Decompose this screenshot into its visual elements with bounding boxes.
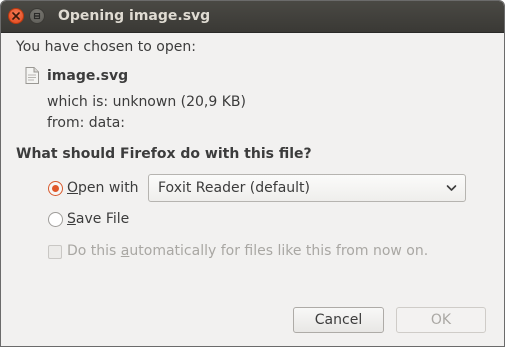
dialog-window: Opening image.svg You have chosen to ope… — [0, 0, 505, 347]
minimize-button[interactable] — [29, 8, 45, 24]
cancel-button[interactable]: Cancel — [293, 307, 384, 333]
close-icon — [12, 12, 20, 20]
open-with-label[interactable]: Open with — [67, 180, 139, 196]
minimize-icon — [33, 12, 41, 20]
save-file-label[interactable]: Save File — [67, 211, 129, 227]
auto-checkbox[interactable] — [48, 245, 62, 259]
save-file-radio[interactable] — [48, 212, 63, 227]
action-question: What should Firefox do with this file? — [16, 146, 312, 162]
title-bar[interactable]: Opening image.svg — [1, 1, 504, 33]
save-file-mnemonic: S — [67, 211, 76, 227]
ok-button[interactable]: OK — [396, 307, 486, 333]
file-name: image.svg — [47, 68, 129, 84]
open-with-label-text: pen with — [78, 180, 139, 196]
close-button[interactable] — [8, 8, 24, 24]
open-with-mnemonic: O — [67, 180, 79, 196]
file-source: from: data: — [47, 115, 125, 131]
file-type-size: which is: unknown (20,9 KB) — [47, 94, 246, 110]
auto-label: Do this automatically for files like thi… — [67, 243, 428, 259]
window-title: Opening image.svg — [58, 8, 211, 24]
prompt-text: You have chosen to open: — [16, 39, 196, 55]
auto-label-before: Do this — [67, 243, 121, 259]
auto-label-after: utomatically for files like this from no… — [129, 243, 429, 259]
save-file-label-text: ave File — [75, 211, 130, 227]
chevron-down-icon — [446, 185, 457, 191]
open-with-radio[interactable] — [48, 181, 63, 196]
file-icon — [25, 67, 39, 84]
application-select[interactable]: Foxit Reader (default) — [148, 174, 466, 202]
application-select-value: Foxit Reader (default) — [158, 180, 310, 196]
